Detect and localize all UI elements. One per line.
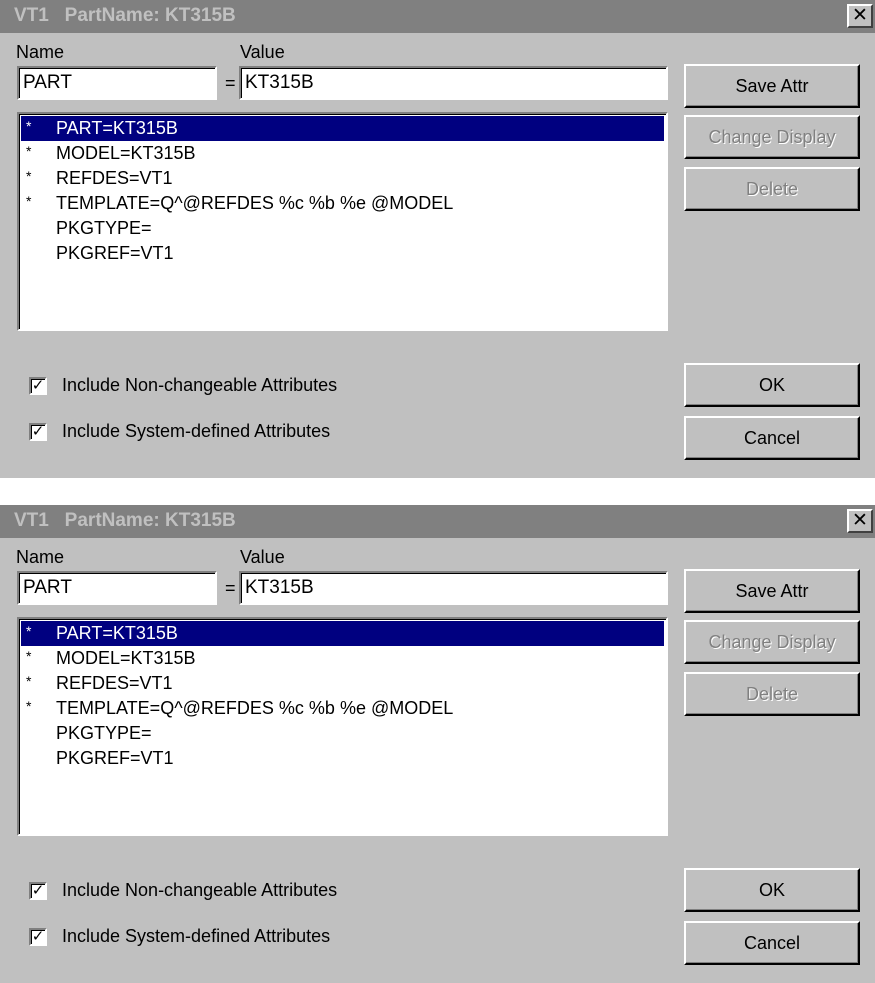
- ok-button[interactable]: OK: [684, 363, 860, 407]
- attribute-text: TEMPLATE=Q^@REFDES %c %b %e @MODEL: [56, 193, 454, 213]
- cancel-button[interactable]: Cancel: [684, 921, 860, 965]
- list-item[interactable]: PKGREF=VT1: [21, 241, 664, 266]
- attribute-marker: *: [26, 648, 32, 664]
- attribute-marker: *: [26, 193, 32, 209]
- attribute-text: MODEL=KT315B: [56, 143, 196, 163]
- system-defined-checkbox[interactable]: ✓: [29, 423, 47, 441]
- list-item[interactable]: * REFDES=VT1: [21, 166, 664, 191]
- system-defined-label: Include System-defined Attributes: [62, 421, 331, 441]
- equals-sign: =: [225, 578, 236, 598]
- attribute-text: MODEL=KT315B: [56, 648, 196, 668]
- list-item[interactable]: * PART=KT315B: [21, 621, 664, 646]
- attribute-text: PKGREF=VT1: [56, 748, 174, 768]
- change-display-button[interactable]: Change Display: [684, 620, 860, 664]
- dialog-title: VT1 PartName: KT315B: [14, 5, 236, 26]
- checkmark-icon: ✓: [31, 423, 45, 440]
- list-item[interactable]: * PART=KT315B: [21, 116, 664, 141]
- attribute-text: PART=KT315B: [56, 623, 178, 643]
- value-label: Value: [240, 547, 285, 567]
- name-input[interactable]: PART: [17, 571, 217, 605]
- attribute-marker: *: [26, 623, 32, 639]
- attribute-text: PKGTYPE=: [56, 218, 152, 238]
- attribute-marker: *: [26, 698, 32, 714]
- value-label: Value: [240, 42, 285, 62]
- non-changeable-checkbox[interactable]: ✓: [29, 377, 47, 395]
- name-input[interactable]: PART: [17, 66, 217, 100]
- attribute-marker: *: [26, 673, 32, 689]
- attribute-dialog: VT1 PartName: KT315B ✕ Name Value PART =…: [0, 0, 875, 478]
- attribute-list[interactable]: * PART=KT315B * MODEL=KT315B * REFDES=VT1 * TEM…: [17, 112, 668, 331]
- attribute-list[interactable]: * PART=KT315B * MODEL=KT315B * REFDES=VT1 * TEM…: [17, 617, 668, 836]
- delete-button[interactable]: Delete: [684, 167, 860, 211]
- value-input[interactable]: KT315B: [239, 66, 668, 100]
- value-input[interactable]: KT315B: [239, 571, 668, 605]
- attribute-text: PKGTYPE=: [56, 723, 152, 743]
- checkmark-icon: ✓: [31, 377, 45, 394]
- attribute-marker: *: [26, 143, 32, 159]
- save-attr-button[interactable]: Save Attr: [684, 64, 860, 108]
- system-defined-checkbox[interactable]: ✓: [29, 928, 47, 946]
- non-changeable-label: Include Non-changeable Attributes: [62, 375, 338, 395]
- ok-button[interactable]: OK: [684, 868, 860, 912]
- system-defined-label: Include System-defined Attributes: [62, 926, 331, 946]
- save-attr-button[interactable]: Save Attr: [684, 569, 860, 613]
- attribute-text: REFDES=VT1: [56, 168, 173, 188]
- attribute-rows: * PART=KT315B * MODEL=KT315B * REFDES=VT1 * TEM…: [19, 116, 666, 266]
- list-item[interactable]: PKGTYPE=: [21, 721, 664, 746]
- checkmark-icon: ✓: [31, 928, 45, 945]
- list-item[interactable]: * TEMPLATE=Q^@REFDES %c %b %e @MODEL: [21, 696, 664, 721]
- attribute-text: PART=KT315B: [56, 118, 178, 138]
- attribute-text: REFDES=VT1: [56, 673, 173, 693]
- equals-sign: =: [225, 73, 236, 93]
- list-item[interactable]: * TEMPLATE=Q^@REFDES %c %b %e @MODEL: [21, 191, 664, 216]
- name-label: Name: [16, 547, 65, 567]
- attribute-marker: *: [26, 168, 32, 184]
- title-bar: VT1 PartName: KT315B ✕: [0, 505, 875, 538]
- attribute-rows: * PART=KT315B * MODEL=KT315B * REFDES=VT1 * TEM…: [19, 621, 666, 771]
- list-item[interactable]: * MODEL=KT315B: [21, 141, 664, 166]
- name-label: Name: [16, 42, 65, 62]
- non-changeable-label: Include Non-changeable Attributes: [62, 880, 338, 900]
- change-display-button[interactable]: Change Display: [684, 115, 860, 159]
- list-item[interactable]: * MODEL=KT315B: [21, 646, 664, 671]
- attribute-dialog: VT1 PartName: KT315B ✕ Name Value PART =…: [0, 505, 875, 983]
- attribute-marker: *: [26, 118, 32, 134]
- close-icon[interactable]: ✕: [847, 4, 873, 28]
- dialog-title: VT1 PartName: KT315B: [14, 510, 236, 531]
- list-item[interactable]: PKGTYPE=: [21, 216, 664, 241]
- list-item[interactable]: * REFDES=VT1: [21, 671, 664, 696]
- attribute-text: TEMPLATE=Q^@REFDES %c %b %e @MODEL: [56, 698, 454, 718]
- checkmark-icon: ✓: [31, 882, 45, 899]
- title-bar: VT1 PartName: KT315B ✕: [0, 0, 875, 33]
- non-changeable-checkbox[interactable]: ✓: [29, 882, 47, 900]
- attribute-text: PKGREF=VT1: [56, 243, 174, 263]
- close-icon[interactable]: ✕: [847, 509, 873, 533]
- delete-button[interactable]: Delete: [684, 672, 860, 716]
- cancel-button[interactable]: Cancel: [684, 416, 860, 460]
- list-item[interactable]: PKGREF=VT1: [21, 746, 664, 771]
